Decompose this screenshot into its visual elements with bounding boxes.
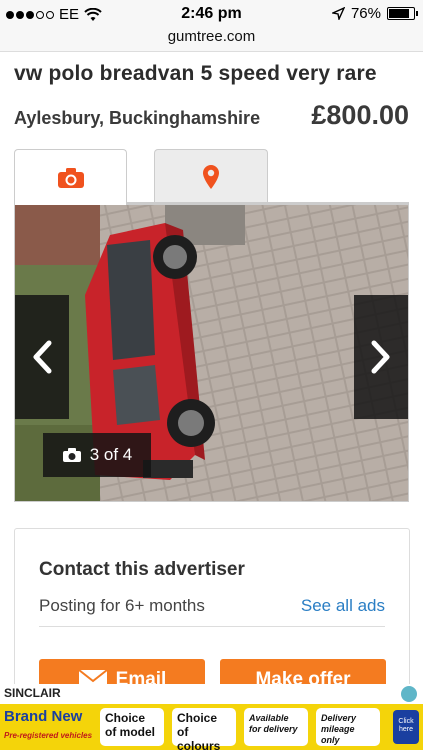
see-all-ads-link[interactable]: See all ads xyxy=(301,596,385,616)
divider xyxy=(39,626,385,627)
tab-photos[interactable] xyxy=(14,149,127,205)
ad-banner[interactable]: SINCLAIR Brand New Pre-registered vehicl… xyxy=(0,684,423,750)
photo-gallery[interactable]: 3 of 4 xyxy=(14,204,409,502)
contact-heading: Contact this advertiser xyxy=(39,559,245,580)
ad-chip-delivery: Available for delivery xyxy=(244,708,308,746)
battery-percent: 76% xyxy=(350,5,381,22)
ad-chip-mileage: Delivery mileage only xyxy=(316,708,380,746)
location-arrow-icon xyxy=(331,7,345,20)
camera-icon xyxy=(57,167,84,188)
ad-chip-model: Choice of model xyxy=(100,708,164,746)
listing-price: £800.00 xyxy=(311,100,409,130)
tab-map[interactable] xyxy=(154,149,268,203)
contact-card: Contact this advertiser Posting for 6+ m… xyxy=(14,528,410,699)
posting-duration: Posting for 6+ months xyxy=(39,596,205,615)
ad-brand: SINCLAIR xyxy=(4,686,61,700)
chevron-left-icon xyxy=(33,340,52,374)
photo-counter-text: 3 of 4 xyxy=(89,445,133,464)
status-right: 76% xyxy=(331,5,418,22)
ad-chip-colours: Choice of colours xyxy=(172,708,236,750)
photo-counter: 3 of 4 xyxy=(43,433,151,477)
ad-subline: Pre-registered vehicles xyxy=(4,731,93,740)
status-bar: EE 2:46 pm 76% xyxy=(0,0,423,30)
ad-click-button[interactable]: Click here xyxy=(393,710,419,744)
ad-headline: Brand New xyxy=(4,708,83,725)
camera-icon xyxy=(62,448,81,462)
location-pin-icon xyxy=(203,164,219,189)
ad-header: SINCLAIR xyxy=(0,684,423,704)
listing-title: vw polo breadvan 5 speed very rare xyxy=(14,62,377,85)
battery-icon xyxy=(387,7,418,20)
listing-location: Aylesbury, Buckinghamshire xyxy=(14,108,261,128)
chevron-right-icon xyxy=(371,340,390,374)
ad-info-icon[interactable] xyxy=(401,686,417,702)
url-bar[interactable]: gumtree.com xyxy=(0,28,423,52)
previous-photo-button[interactable] xyxy=(15,295,69,419)
next-photo-button[interactable] xyxy=(354,295,408,419)
